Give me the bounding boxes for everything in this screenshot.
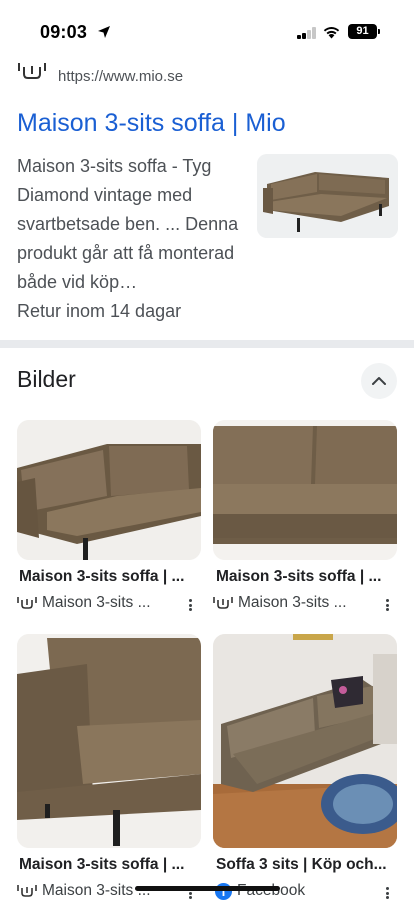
mio-logo-icon xyxy=(17,885,37,897)
signal-icon xyxy=(297,27,317,39)
wifi-icon xyxy=(323,27,340,39)
return-policy-note: Retur inom 14 dagar xyxy=(17,301,182,321)
result-snippet: Maison 3-sits soffa - Tyg Diamond vintag… xyxy=(17,156,239,292)
battery-icon: 91 xyxy=(348,24,377,39)
section-divider xyxy=(0,340,414,348)
image-card-3-source: Maison 3-sits ... xyxy=(17,882,182,900)
more-vert-icon[interactable] xyxy=(380,597,394,613)
sofa-image xyxy=(17,420,201,560)
more-vert-icon[interactable] xyxy=(380,885,394,900)
image-card-4[interactable] xyxy=(213,634,397,848)
image-card-1-source-label: Maison 3-sits ... xyxy=(42,594,151,611)
result-thumbnail[interactable] xyxy=(257,154,398,238)
result-title-link[interactable]: Maison 3-sits soffa | Mio xyxy=(17,108,286,138)
sofa-image xyxy=(213,420,397,560)
home-indicator[interactable] xyxy=(135,886,280,891)
sofa-image xyxy=(17,634,201,848)
mio-logo-icon xyxy=(18,63,46,79)
location-arrow-icon xyxy=(98,26,110,38)
room-photo xyxy=(213,634,397,848)
result-url[interactable]: https://www.mio.se xyxy=(58,68,183,85)
image-card-2[interactable] xyxy=(213,420,397,560)
image-card-3-source-label: Maison 3-sits ... xyxy=(42,882,151,899)
collapse-button[interactable] xyxy=(361,363,397,399)
image-card-2-title[interactable]: Maison 3-sits soffa | ... xyxy=(216,568,398,586)
status-bar: 09:03 91 xyxy=(0,0,414,50)
chevron-up-icon xyxy=(372,377,386,385)
image-card-4-title[interactable]: Soffa 3 sits | Köp och... xyxy=(216,856,398,874)
mio-logo-icon xyxy=(17,597,37,609)
image-card-2-source: Maison 3-sits ... xyxy=(213,594,378,612)
sofa-image xyxy=(257,154,398,238)
image-card-2-source-label: Maison 3-sits ... xyxy=(238,594,347,611)
images-section-title: Bilder xyxy=(17,366,76,392)
image-card-1-source: Maison 3-sits ... xyxy=(17,594,182,612)
battery-tip xyxy=(378,29,380,34)
image-card-1[interactable] xyxy=(17,420,201,560)
more-vert-icon[interactable] xyxy=(183,597,197,613)
image-card-1-title[interactable]: Maison 3-sits soffa | ... xyxy=(19,568,201,586)
image-card-3-title[interactable]: Maison 3-sits soffa | ... xyxy=(19,856,201,874)
mio-logo-icon xyxy=(213,597,233,609)
image-card-4-source-label: Facebook xyxy=(237,882,305,900)
image-card-4-source: f Facebook xyxy=(215,882,380,900)
status-time: 09:03 xyxy=(40,22,88,42)
image-card-3[interactable] xyxy=(17,634,201,848)
